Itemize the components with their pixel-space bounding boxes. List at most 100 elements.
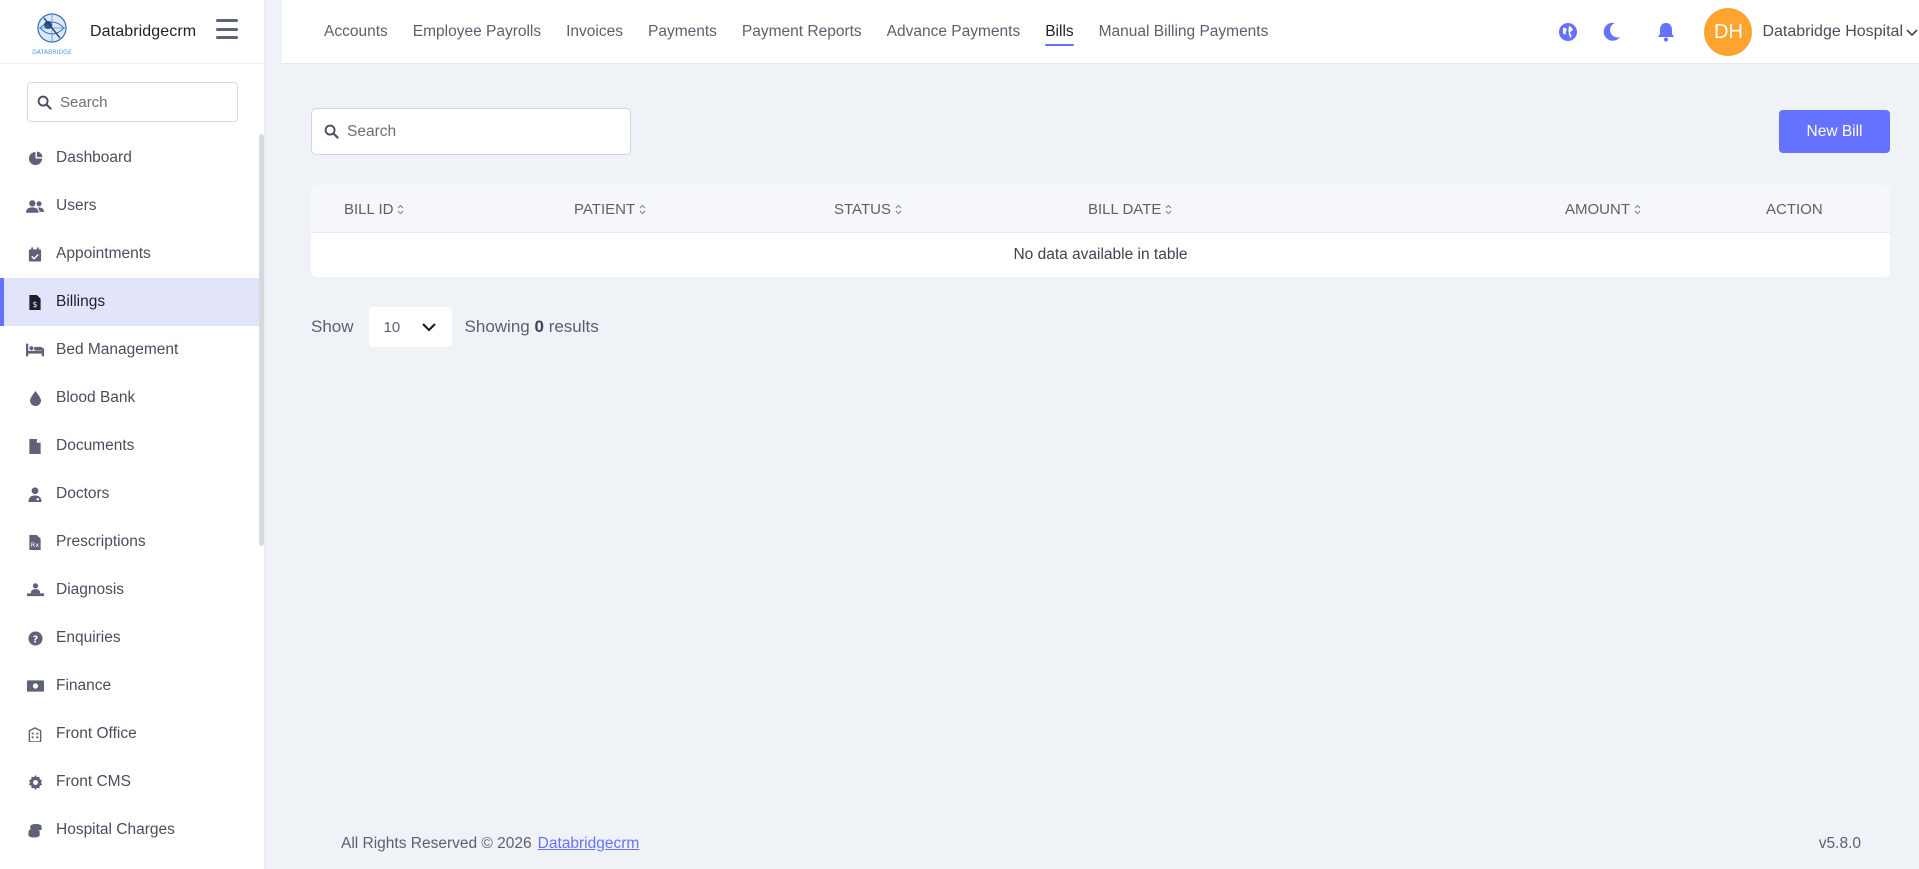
show-label: Show [311,317,354,336]
avatar[interactable]: DH [1704,8,1753,56]
search-icon [37,95,52,110]
per-page-value: 10 [383,318,401,336]
tab-advance-payments[interactable]: Advance Payments [887,0,1021,64]
tab-invoices[interactable]: Invoices [566,0,623,64]
column-header-bill-id[interactable]: BILL ID [344,185,404,233]
pie-chart-icon [26,149,44,167]
bell-icon[interactable] [1655,21,1677,43]
sidebar-item-blood-bank[interactable]: Blood Bank [0,374,262,422]
building-icon [26,725,44,743]
question-circle-icon: ? [26,629,44,647]
sidebar-item-hospital-charges[interactable]: Hospital Charges [0,806,262,854]
logo-text: DATABRIDGE [32,49,72,56]
sidebar-item-finance[interactable]: Finance [0,662,262,710]
sidebar-item-appointments[interactable]: Appointments [0,230,262,278]
brand-logo[interactable]: DATABRIDGE [26,8,78,56]
invoice-icon: $ [26,293,44,311]
new-bill-button[interactable]: New Bill [1779,110,1890,153]
sidebar-item-label: Documents [56,437,135,454]
chevron-down-icon[interactable] [1905,25,1919,39]
column-label: ACTION [1766,200,1823,218]
sidebar-item-label: Users [56,197,97,214]
coins-icon [26,821,44,839]
footer-brand-link[interactable]: Databridgecrm [538,835,640,852]
svg-text:Rx: Rx [31,541,40,549]
column-label: AMOUNT [1565,200,1630,218]
sidebar-item-bed-management[interactable]: Bed Management [0,326,262,374]
sort-icon [639,204,646,215]
prescription-icon: Rx [26,533,44,551]
sidebar-scrollbar[interactable] [259,134,264,546]
tab-manual-billing-payments[interactable]: Manual Billing Payments [1099,0,1269,64]
sidebar-item-front-office[interactable]: Front Office [0,710,262,758]
per-page-select[interactable]: 10 [368,307,452,347]
svg-text:?: ? [32,634,37,645]
sidebar-item-label: Doctors [56,485,110,502]
droplet-icon [26,389,44,407]
sort-icon [397,204,404,215]
version-label: v5.8.0 [1818,835,1861,852]
users-icon [26,197,44,215]
bill-search-input[interactable] [347,122,617,141]
column-header-bill-date[interactable]: BILL DATE [1088,185,1172,233]
sidebar-search-input[interactable] [60,93,230,111]
sidebar-item-label: Billings [56,293,106,310]
globe-logo-icon: DATABRIDGE [32,12,72,56]
sidebar-item-doctors[interactable]: Doctors [0,470,262,518]
sidebar-item-users[interactable]: Users [0,182,262,230]
sidebar: DATABRIDGE Databridgecrm Dashboard Users A… [0,0,265,869]
column-label: BILL ID [344,200,394,218]
sidebar-item-label: Hospital Charges [56,821,175,838]
sidebar-item-label: Finance [56,677,112,694]
sidebar-item-label: Appointments [56,245,151,262]
sidebar-item-label: Diagnosis [56,581,125,598]
user-name[interactable]: Databridge Hospital [1762,23,1903,41]
sort-icon [1634,204,1641,215]
sidebar-item-documents[interactable]: Documents [0,422,262,470]
sidebar-item-label: Front Office [56,725,137,742]
sidebar-search [27,82,238,122]
menu-toggle-icon[interactable] [216,19,238,39]
column-header-patient[interactable]: PATIENT [574,185,646,233]
tab-employee-payrolls[interactable]: Employee Payrolls [413,0,541,64]
brand-name: Databridgecrm [90,22,197,40]
column-header-status[interactable]: STATUS [834,185,902,233]
sidebar-item-dashboard[interactable]: Dashboard [0,134,262,182]
diagnosis-icon [26,581,44,599]
column-header-amount[interactable]: AMOUNT [1565,185,1641,233]
sidebar-item-billings[interactable]: $ Billings [0,278,262,326]
topbar: Accounts Employee Payrolls Invoices Payment… [282,0,1919,64]
sidebar-item-prescriptions[interactable]: Rx Prescriptions [0,518,262,566]
sidebar-item-label: Blood Bank [56,389,136,406]
globe-icon[interactable] [1557,21,1579,43]
bed-icon [26,341,44,359]
money-icon [26,677,44,695]
search-icon [324,124,339,139]
top-right-area: DH Databridge Hospital [1557,0,1919,64]
sidebar-item-label: Dashboard [56,149,132,166]
moon-icon[interactable] [1601,21,1623,43]
tab-accounts[interactable]: Accounts [324,0,388,64]
column-header-action: ACTION [1766,185,1823,233]
sidebar-item-front-cms[interactable]: Front CMS [0,758,262,806]
gear-icon [26,773,44,791]
file-icon [26,437,44,455]
column-label: PATIENT [574,200,636,218]
pagination-bar: Show 10 Showing 0 results [311,307,599,347]
sidebar-item-enquiries[interactable]: ? Enquiries [0,614,262,662]
tab-payments[interactable]: Payments [648,0,717,64]
results-count: 0 [534,317,544,336]
tab-bills[interactable]: Bills [1045,0,1075,64]
sort-icon [1165,204,1172,215]
showing-prefix: Showing [464,317,530,336]
bill-search [311,108,631,155]
chevron-down-icon [421,323,436,332]
calendar-check-icon [26,245,44,263]
column-label: STATUS [834,200,891,218]
tab-payment-reports[interactable]: Payment Reports [742,0,862,64]
sidebar-item-label: Front CMS [56,773,131,790]
sidebar-item-diagnosis[interactable]: Diagnosis [0,566,262,614]
svg-text:$: $ [33,300,38,309]
footer: All Rights Reserved © 2026 Databridgecrm [341,835,639,853]
sidebar-item-label: Bed Management [56,341,179,358]
